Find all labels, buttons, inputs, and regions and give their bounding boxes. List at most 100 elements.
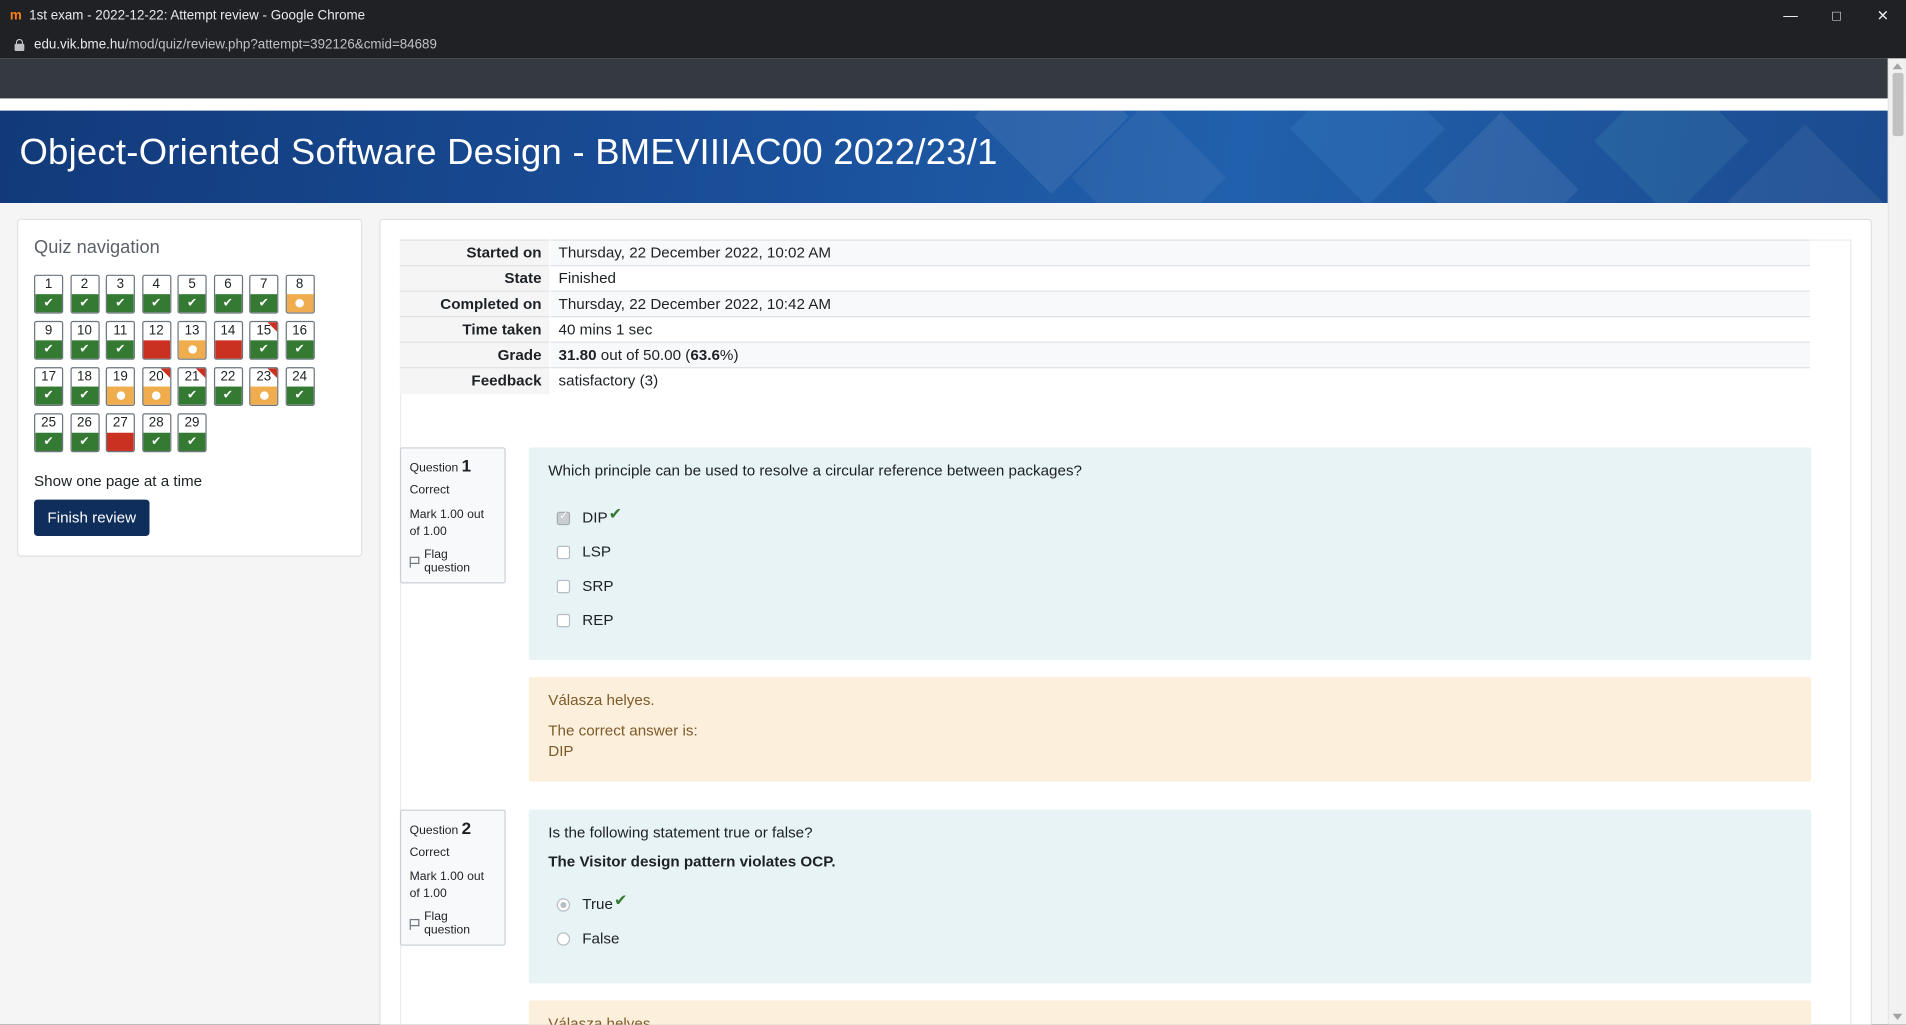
incorrect-icon — [214, 340, 242, 359]
attempt-summary-table: Started on Thursday, 22 December 2022, 1… — [399, 239, 1810, 394]
question-body: Which principle can be used to resolve a… — [528, 447, 1812, 661]
partial-icon — [142, 386, 170, 405]
quiz-nav-button[interactable]: 9 ✔ — [34, 320, 64, 360]
quiz-nav-button[interactable]: 7 ✔ — [249, 274, 279, 314]
answer-checkbox[interactable] — [556, 509, 571, 525]
answer-option[interactable]: LSP — [556, 535, 1792, 569]
show-one-page-link[interactable]: Show one page at a time — [34, 473, 345, 490]
answer-option[interactable]: REP — [556, 603, 1792, 637]
quiz-nav-button[interactable]: 13 — [177, 320, 207, 360]
correct-icon: ✔ — [178, 432, 206, 451]
answer-option[interactable]: DIP✔ — [556, 501, 1792, 535]
incorrect-icon — [106, 432, 134, 451]
summary-row: Feedback satisfactory (3) — [399, 367, 1810, 394]
quiz-nav-number: 24 — [292, 369, 308, 385]
flag-question-toggle[interactable]: Flag question — [409, 910, 496, 937]
correct-icon: ✔ — [142, 294, 170, 313]
course-header: Object-Oriented Software Design - BMEVII… — [0, 110, 1906, 203]
quiz-nav-button[interactable]: 1 ✔ — [34, 274, 64, 314]
quiz-nav-button[interactable]: 19 — [105, 367, 135, 406]
quiz-nav-button[interactable]: 27 — [105, 413, 135, 453]
flag-icon — [409, 556, 420, 568]
quiz-nav-button[interactable]: 24 ✔ — [285, 367, 315, 406]
quiz-nav-number: 3 — [116, 277, 125, 292]
question-info: Question 2 Correct Mark 1.00 out of 1.00… — [399, 809, 506, 946]
question-mark: Mark 1.00 out of 1.00 — [409, 508, 484, 539]
quiz-nav-button[interactable]: 18 ✔ — [69, 367, 100, 406]
quiz-nav-button[interactable]: 14 — [213, 320, 243, 360]
summary-label: Completed on — [399, 291, 551, 317]
quiz-nav-button[interactable]: 10 ✔ — [69, 320, 100, 360]
summary-value: Thursday, 22 December 2022, 10:02 AM — [549, 240, 1810, 266]
url-host: edu.vik.bme.hu — [34, 37, 125, 53]
quiz-nav-button[interactable]: 2 ✔ — [69, 274, 100, 314]
quiz-nav-number: 5 — [188, 277, 196, 292]
correct-icon: ✔ — [250, 340, 278, 359]
quiz-nav-button[interactable]: 21 ✔ — [177, 367, 207, 406]
site-navbar — [0, 58, 1906, 99]
flagged-icon — [267, 322, 278, 332]
quiz-nav-number: 7 — [260, 277, 268, 292]
answer-option[interactable]: True ✔ — [556, 887, 1792, 921]
quiz-nav-button[interactable]: 16 ✔ — [285, 320, 315, 360]
quiz-nav-button[interactable]: 17 ✔ — [34, 367, 64, 406]
quiz-nav-button[interactable]: 8 — [285, 274, 315, 314]
quiz-nav-button[interactable]: 12 — [141, 320, 171, 360]
answer-radio[interactable] — [556, 931, 571, 946]
quiz-nav-button[interactable]: 3 ✔ — [105, 274, 135, 314]
scroll-down-icon[interactable] — [1892, 1013, 1903, 1020]
quiz-nav-button[interactable]: 26 ✔ — [69, 413, 100, 453]
answer-checkbox[interactable] — [556, 613, 571, 627]
quiz-nav-button[interactable]: 23 — [249, 367, 279, 406]
quiz-nav-number: 13 — [184, 323, 200, 338]
answer-radio[interactable] — [556, 897, 571, 912]
quiz-nav-number: 8 — [295, 277, 304, 292]
main-region: Started on Thursday, 22 December 2022, 1… — [379, 218, 1872, 1025]
maximize-icon[interactable]: □ — [1814, 0, 1860, 32]
page-scrollbar[interactable] — [1887, 58, 1906, 1025]
quiz-nav-button[interactable]: 22 ✔ — [213, 367, 243, 406]
summary-row: Time taken 40 mins 1 sec — [399, 316, 1810, 343]
summary-label: State — [399, 265, 551, 292]
question-state: Correct — [409, 846, 450, 860]
minimize-icon[interactable]: — — [1767, 0, 1813, 32]
grade-score: 31.80 — [558, 346, 597, 364]
quiz-nav-button[interactable]: 28 ✔ — [141, 413, 171, 453]
flag-question-toggle[interactable]: Flag question — [409, 548, 496, 575]
answer-checkbox[interactable] — [556, 579, 571, 593]
quiz-nav-button[interactable]: 20 — [141, 367, 171, 406]
quiz-nav-number: 25 — [41, 415, 57, 431]
quiz-nav-button[interactable]: 25 ✔ — [34, 413, 64, 453]
answer-checkbox[interactable] — [556, 545, 571, 559]
answer-option[interactable]: SRP — [556, 569, 1792, 603]
quiz-nav-button[interactable]: 11 ✔ — [105, 320, 135, 360]
correct-icon: ✔ — [106, 340, 134, 359]
answer-option[interactable]: False — [556, 921, 1792, 955]
correct-icon: ✔ — [35, 432, 62, 451]
quiz-nav-button[interactable]: 15 ✔ — [249, 320, 279, 360]
quiz-nav-number: 17 — [41, 369, 57, 385]
finish-review-button[interactable]: Finish review — [34, 499, 150, 537]
quiz-nav-number: 27 — [112, 415, 128, 431]
close-icon[interactable]: ✕ — [1860, 0, 1906, 32]
scroll-up-icon[interactable] — [1892, 63, 1903, 70]
quiz-nav-button[interactable]: 5 ✔ — [177, 274, 207, 314]
partial-icon — [250, 386, 278, 405]
feedback-status: Válasza helyes. — [548, 1014, 655, 1025]
question-state: Correct — [409, 483, 450, 498]
flagged-icon — [159, 368, 170, 379]
correct-icon: ✔ — [286, 386, 314, 405]
question-number: 1 — [461, 455, 472, 476]
flag-icon — [409, 918, 420, 930]
address-bar[interactable]: edu.vik.bme.hu /mod/quiz/review.php?atte… — [0, 31, 1906, 59]
correct-icon: ✔ — [106, 294, 134, 313]
quiz-nav-number: 10 — [77, 323, 92, 338]
scrollbar-thumb[interactable] — [1892, 72, 1904, 137]
quiz-nav-button[interactable]: 29 ✔ — [177, 413, 207, 453]
quiz-nav-button[interactable]: 4 ✔ — [141, 274, 171, 314]
moodle-favicon-icon: m — [9, 8, 22, 24]
partial-icon — [178, 340, 206, 359]
quiz-nav-button[interactable]: 6 ✔ — [213, 274, 243, 314]
summary-label: Time taken — [399, 316, 551, 343]
correct-check-icon: ✔ — [614, 891, 628, 910]
